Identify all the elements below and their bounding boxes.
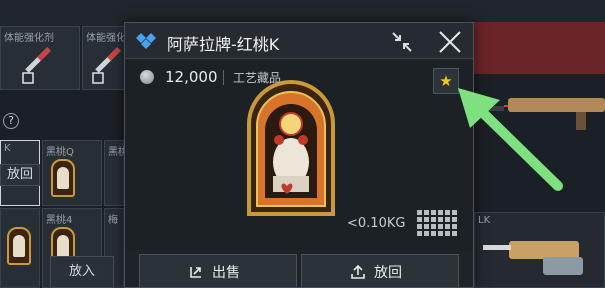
- equipment-highlight-band: [468, 22, 605, 74]
- consumable-slot[interactable]: 体能强化剂: [0, 26, 80, 90]
- diamond-cluster-icon: [136, 33, 156, 49]
- inventory-slot[interactable]: 黑桃: [104, 140, 128, 206]
- slot-label: LK: [478, 215, 491, 226]
- sell-label: 出售: [212, 265, 240, 281]
- sell-button[interactable]: 出售: [139, 254, 297, 288]
- inventory-slot[interactable]: 黑桃Q: [42, 140, 102, 206]
- upload-icon: [351, 264, 365, 279]
- item-weight: <0.10KG: [347, 216, 406, 231]
- item-size-grid-icon: [417, 210, 459, 238]
- side-return-button[interactable]: 放回: [0, 164, 40, 186]
- close-icon[interactable]: [437, 29, 463, 55]
- rifle-icon[interactable]: [474, 88, 605, 134]
- help-icon[interactable]: ?: [3, 113, 19, 129]
- return-button[interactable]: 放回: [301, 254, 459, 288]
- slot-label: K: [4, 143, 11, 154]
- favorite-star-button[interactable]: ★: [433, 68, 459, 94]
- slot-label: 体能强化剂: [4, 33, 54, 44]
- syringe-icon: [22, 47, 51, 84]
- divider: [223, 70, 224, 85]
- collapse-icon[interactable]: [389, 29, 415, 55]
- item-detail-popup: 阿萨拉牌-红桃K 12,000 工艺藏品 ★ <0.10KG 出售 放回: [124, 22, 474, 288]
- coin-icon: [140, 70, 154, 84]
- put-in-button[interactable]: 放入: [50, 256, 114, 288]
- item-preview-area: 12,000 工艺藏品 ★ <0.10KG: [125, 60, 473, 250]
- playing-card-artwork: [247, 80, 335, 216]
- inventory-slot[interactable]: [0, 208, 40, 288]
- syringe-icon: [92, 47, 121, 84]
- slot-label: 黑桃4: [46, 215, 73, 226]
- popup-header: 阿萨拉牌-红桃K: [125, 23, 473, 59]
- return-label: 放回: [374, 265, 402, 281]
- item-title: 阿萨拉牌-红桃K: [167, 35, 280, 54]
- weapon-slot[interactable]: LK: [474, 212, 605, 288]
- slot-label: 黑桃Q: [46, 147, 74, 158]
- popup-actions: 出售 放回: [125, 251, 473, 288]
- card-thumbnail: [7, 227, 31, 265]
- item-price: 12,000: [165, 68, 218, 86]
- card-thumbnail: [51, 159, 75, 197]
- slot-label: 梅: [108, 215, 118, 226]
- rifle-icon: [483, 231, 601, 281]
- sell-icon: [190, 267, 201, 278]
